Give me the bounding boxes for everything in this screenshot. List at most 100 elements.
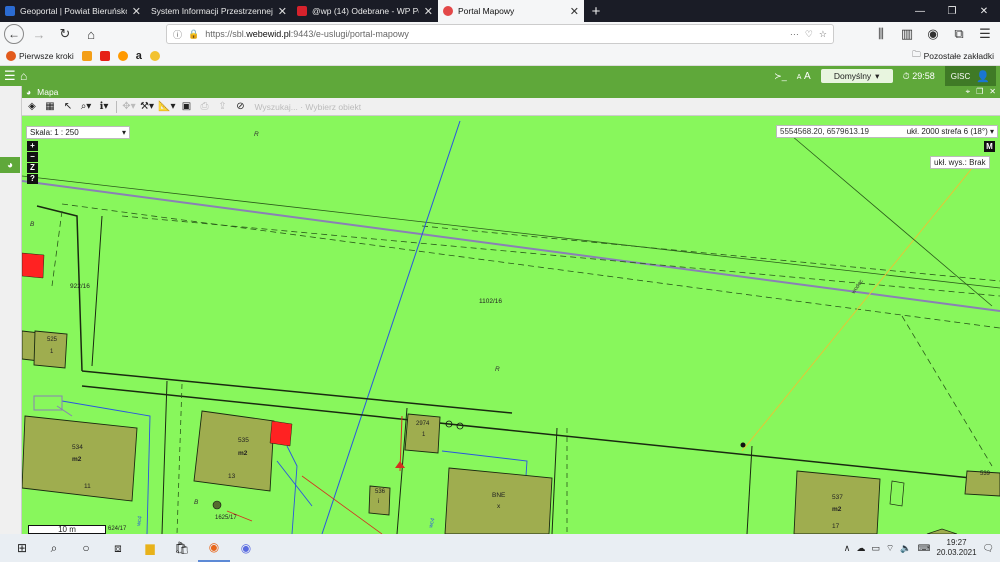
tab-wp-poczta[interactable]: @wp (14) Odebrane - WP Poczt ✕ (292, 0, 438, 22)
highlight-square[interactable] (269, 420, 293, 447)
profile-label: Domyślny (833, 71, 872, 81)
reload-button[interactable]: ↻ (54, 23, 76, 45)
lock-icon[interactable]: 🔒 (188, 29, 199, 40)
clock[interactable]: 19:27 20.03.2021 (937, 538, 977, 558)
highlight-square[interactable] (22, 252, 45, 279)
url-text: https://sbl.webewid.pl:9443/e-uslugi/por… (205, 29, 784, 39)
close-tab-icon[interactable]: ✕ (132, 5, 141, 18)
building-bne[interactable] (444, 467, 553, 534)
map-toolbar: ◈ ▦ ↖ ⌕▾ ℹ▾ ✥▾ ⚒▾ 📐▾ ▣ ⎙ ⇪ ⊘ Wyszukaj...… (22, 98, 1000, 116)
menu-icon[interactable]: ☰ (974, 23, 996, 45)
layers-toggle-button[interactable]: ◕ (0, 157, 20, 173)
system-tray: ∧ ☁ ▭ ⌔ 🔈 ⌨ 19:27 20.03.2021 🗨 (844, 538, 994, 558)
m-badge[interactable]: M (984, 141, 995, 152)
boundary-line (901, 315, 993, 467)
volume-icon[interactable]: 🔈 (900, 543, 911, 554)
bookmark-allegro[interactable] (117, 50, 128, 61)
page-actions-icon[interactable]: ··· (790, 29, 799, 39)
bookmark-smiley[interactable] (149, 50, 160, 61)
user-menu[interactable]: GISC 👤 (944, 66, 996, 86)
panel-close-icon[interactable]: ✕ (989, 87, 996, 97)
keyboard-icon[interactable]: ⌨ (918, 543, 931, 554)
search-icon[interactable]: ⌕ (38, 534, 70, 562)
forward-button[interactable]: → (28, 23, 50, 45)
address-bar[interactable]: ⓘ 🔒 https://sbl.webewid.pl:9443/e-uslugi… (166, 24, 834, 44)
store-icon[interactable]: 🛍 (166, 534, 198, 562)
zoom-out-button[interactable]: − (27, 152, 38, 162)
bookmark-aliexpress[interactable] (81, 50, 92, 61)
close-tab-icon[interactable]: ✕ (278, 5, 287, 18)
font-size-control[interactable]: A A (797, 71, 811, 82)
profile-dropdown[interactable]: Domyślny ▾ (820, 69, 893, 83)
parcel-label: i (378, 499, 379, 505)
help-button[interactable]: ? (27, 174, 38, 184)
home-icon[interactable]: ⌂ (20, 69, 40, 83)
coordinate-display[interactable]: 5554568.20, 6579613.19 ukł. 2000 strefa … (776, 125, 998, 138)
chevron-up-icon[interactable]: ∧ (844, 543, 851, 554)
bookmark-star-icon[interactable]: ☆ (819, 29, 827, 40)
bookmark-youtube[interactable] (99, 50, 110, 61)
font-small-label: A (796, 73, 802, 81)
screenshot-icon[interactable]: ⧉ (948, 23, 970, 45)
cortana-icon[interactable]: ○ (70, 534, 102, 562)
clear-selection-icon[interactable]: ⊘ (232, 99, 248, 115)
landuse-label: B (194, 499, 199, 506)
windows-start-icon[interactable]: ⊞ (6, 534, 38, 562)
zoom-tool-icon[interactable]: ⌕▾ (78, 99, 94, 115)
parcel-label: 525 (47, 337, 58, 343)
minimize-icon[interactable]: — (904, 0, 936, 22)
tab-title: Portal Mapowy (458, 6, 515, 16)
pin-icon[interactable]: ⌖ (966, 87, 971, 97)
file-explorer-icon[interactable]: ▆ (134, 534, 166, 562)
sidebar-icon[interactable]: ▥ (896, 23, 918, 45)
image-icon[interactable]: ▣ (178, 99, 194, 115)
new-tab-button[interactable]: + (584, 0, 608, 22)
zoom-controls: + − Z ? (27, 141, 38, 184)
restore-icon[interactable]: ❐ (936, 0, 968, 22)
cloud-icon[interactable]: ☁ (856, 543, 865, 554)
scale-selector[interactable]: Skala: 1 : 250 ▾ (26, 126, 130, 139)
close-tab-icon[interactable]: ✕ (424, 5, 433, 18)
console-icon[interactable]: ≻_ (774, 71, 787, 82)
toolbar-search-text[interactable]: Wyszukaj... · Wybierz obiekt (250, 102, 365, 112)
info-icon[interactable]: ⓘ (173, 28, 182, 41)
zoom-extent-button[interactable]: Z (27, 163, 38, 173)
print-icon[interactable]: ⎙ (196, 99, 212, 115)
firefox-nightly-icon[interactable]: ◉ (230, 534, 262, 562)
panel-restore-icon[interactable]: ❐ (976, 87, 983, 97)
tab-sip[interactable]: System Informacji Przestrzennej Po ✕ (146, 0, 292, 22)
pointer-icon[interactable]: ↖ (60, 99, 76, 115)
header-tools: ≻_ A A Domyślny ▾ ⏱ 29:58 GISC 👤 (774, 66, 996, 86)
tab-portal-mapowy[interactable]: Portal Mapowy ✕ (438, 0, 584, 22)
select-tool-icon[interactable]: ✥▾ (121, 99, 137, 115)
back-button[interactable]: ← (4, 24, 24, 44)
close-tab-icon[interactable]: ✕ (570, 5, 579, 18)
clock-time: 19:27 (946, 538, 967, 547)
account-icon[interactable]: ◉ (922, 23, 944, 45)
task-view-icon[interactable]: ⧈ (102, 534, 134, 562)
point-marker[interactable] (740, 442, 746, 448)
notifications-icon[interactable]: 🗨 (983, 543, 994, 554)
bookmark-amazon[interactable]: a (136, 50, 142, 62)
measure-tool-icon[interactable]: 📐▾ (157, 99, 176, 115)
pocket-icon[interactable]: ♡ (805, 29, 813, 40)
hamburger-menu-icon[interactable]: ☰ (4, 68, 20, 84)
tab-geoportal[interactable]: Geoportal | Powiat Bieruńsko-L ✕ (0, 0, 146, 22)
other-bookmarks[interactable]: 🗀 Pozostałe zakładki (912, 49, 994, 63)
library-icon[interactable]: ⫼ (870, 23, 892, 45)
wifi-icon[interactable]: ⌔ (886, 543, 894, 554)
edit-tool-icon[interactable]: ⚒▾ (139, 99, 155, 115)
bookmark-pierwsze-kroki[interactable]: Pierwsze kroki (6, 50, 74, 61)
map-canvas[interactable]: 922/16 1102/16 525 1 534 m2 11 535 m2 13… (22, 116, 1000, 534)
info-tool-icon[interactable]: ℹ▾ (96, 99, 112, 115)
home-button[interactable]: ⌂ (80, 23, 102, 45)
network-icon[interactable]: ▭ (871, 543, 880, 554)
close-window-icon[interactable]: ✕ (968, 0, 1000, 22)
export-icon[interactable]: ⇪ (214, 99, 230, 115)
zoom-in-button[interactable]: + (27, 141, 38, 151)
table-icon[interactable]: ▦ (42, 99, 58, 115)
parcel-label: 922/16 (70, 283, 90, 290)
layers-icon[interactable]: ◈ (24, 99, 40, 115)
parcel-boundary (551, 427, 558, 534)
firefox-taskbar-icon[interactable]: ◉ (198, 534, 230, 562)
